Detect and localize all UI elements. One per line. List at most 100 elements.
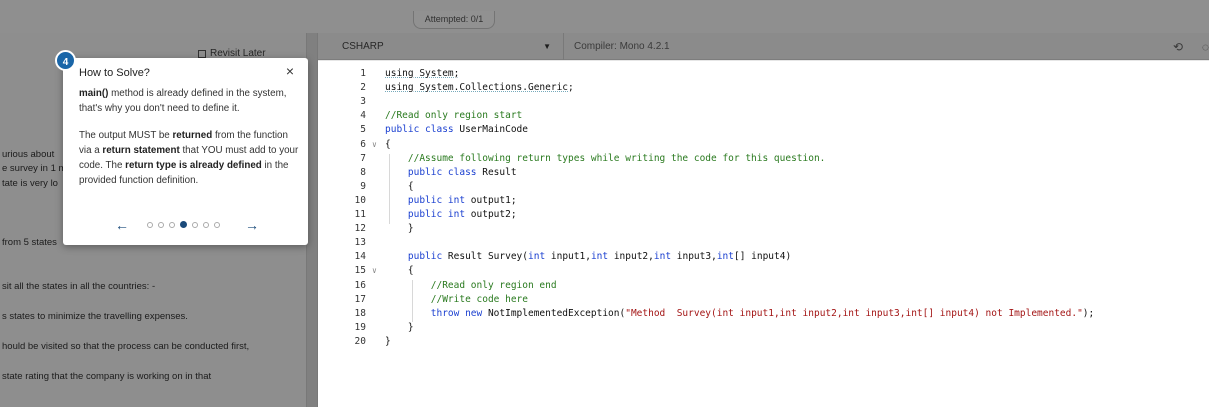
code-text: //Read only region start — [385, 109, 522, 123]
step-dots — [147, 221, 220, 228]
code-line[interactable]: 13 — [318, 236, 1209, 250]
code-text: using System.Collections.Generic; — [385, 81, 574, 95]
emphasis-text: return type is already defined — [125, 160, 262, 171]
checkbox-icon[interactable] — [198, 49, 206, 58]
code-line[interactable]: 20} — [318, 335, 1209, 349]
step-dot[interactable] — [158, 222, 164, 228]
how-to-solve-tooltip: How to Solve? × main() method is already… — [63, 58, 308, 245]
emphasis-text: return statement — [102, 145, 180, 156]
step-dot[interactable] — [147, 222, 153, 228]
line-number: 15 — [354, 265, 366, 277]
line-number: 14 — [354, 251, 366, 263]
body-text: The output MUST be — [79, 130, 173, 141]
line-number: 10 — [354, 194, 366, 206]
code-token: { — [385, 265, 414, 277]
question-text: tate is very lo — [2, 178, 58, 189]
editor-toolbar: CSHARP ▼ Compiler: Mono 4.2.1 ⟲ ◌ — [318, 33, 1209, 60]
attempted-counter: Attempted: 0/1 — [413, 11, 495, 29]
code-token: input3, — [676, 251, 717, 263]
code-token: ); — [1082, 307, 1095, 319]
code-token: Result — [482, 166, 517, 178]
arrow-left-icon[interactable]: ← — [115, 218, 129, 232]
code-editor[interactable]: 1 using System; 2 using System.Collections.… — [318, 60, 1209, 407]
language-select[interactable]: CSHARP ▼ — [324, 33, 564, 60]
question-text: hould be visited so that the process can… — [2, 341, 250, 352]
code-token: throw new — [385, 307, 488, 319]
tooltip-title: How to Solve? — [79, 67, 150, 79]
code-token: using System.Collections.Generic; — [385, 82, 574, 94]
code-token: //Read only region start — [385, 110, 523, 122]
emphasis-text: main() — [79, 88, 109, 99]
step-dot[interactable] — [192, 222, 198, 228]
compiler-label: Compiler: Mono 4.2.1 — [574, 41, 670, 52]
code-line[interactable]: 14 public Result Survey(int input1,int i… — [318, 250, 1209, 264]
question-text: from 5 states — [2, 237, 57, 248]
code-line[interactable]: 3 — [318, 95, 1209, 109]
code-token: int — [528, 251, 551, 263]
code-line[interactable]: 11 public int output2; — [318, 208, 1209, 222]
line-number: 16 — [354, 279, 366, 291]
code-token: { — [385, 138, 391, 150]
code-token: Result Survey( — [447, 251, 528, 263]
code-text: //Assume following return types while wr… — [385, 152, 826, 166]
code-line[interactable]: 19 } — [318, 321, 1209, 335]
code-line[interactable]: 9 { — [318, 180, 1209, 194]
arrow-right-icon[interactable]: → — [245, 218, 259, 232]
code-text: } — [385, 222, 414, 236]
step-dot[interactable] — [180, 221, 187, 228]
code-line[interactable]: 8 public class Result — [318, 166, 1209, 180]
settings-icon[interactable]: ◌ — [1202, 40, 1209, 54]
code-line[interactable]: 18 throw new NotImplementedException("Me… — [318, 307, 1209, 321]
code-token: //Assume following return types while wr… — [385, 152, 826, 164]
code-token: } — [385, 335, 391, 347]
line-number: 8 — [360, 166, 366, 178]
line-number: 3 — [360, 96, 366, 108]
code-token: public int — [385, 194, 471, 206]
code-token: output2; — [470, 209, 517, 220]
code-text: public Result Survey(int input1,int inpu… — [385, 250, 791, 264]
code-token: public class — [385, 166, 483, 178]
question-text: s states to minimize the travelling expe… — [2, 311, 188, 322]
code-token: using System; — [385, 68, 460, 79]
indent-guide — [389, 154, 390, 224]
step-dot[interactable] — [169, 222, 175, 228]
step-badge: 4 — [55, 50, 76, 71]
code-text: { — [385, 264, 414, 278]
code-token: public — [385, 251, 448, 263]
code-line[interactable]: 17 //Write code here — [318, 293, 1209, 307]
code-line[interactable]: 10 public int output1; — [318, 194, 1209, 208]
line-number: 2 — [360, 82, 366, 94]
code-text: public class UserMainCode — [385, 123, 528, 137]
code-line[interactable]: 7 //Assume following return types while … — [318, 152, 1209, 166]
step-dot[interactable] — [203, 222, 209, 228]
step-dot[interactable] — [214, 222, 220, 228]
reset-icon[interactable]: ⟲ — [1173, 40, 1183, 54]
code-token: public class — [385, 124, 460, 136]
close-icon[interactable]: × — [286, 63, 294, 79]
code-token: [] input4) — [733, 251, 792, 263]
question-text: state rating that the company is working… — [2, 371, 212, 382]
fold-chevron-icon[interactable]: ∨ — [372, 138, 377, 152]
code-token: } — [385, 321, 414, 333]
code-line[interactable]: 5 public class UserMainCode — [318, 123, 1209, 137]
code-token: int — [716, 251, 734, 263]
line-number: 1 — [360, 68, 366, 79]
code-line[interactable]: 15 ∨ { — [318, 264, 1209, 278]
code-token: UserMainCode — [459, 124, 528, 136]
code-line[interactable]: 16 //Read only region end — [318, 279, 1209, 293]
tooltip-body: main() method is already defined in the … — [79, 86, 299, 200]
code-token: int — [653, 251, 677, 263]
code-line[interactable]: 12 } — [318, 222, 1209, 236]
code-line[interactable]: 2 using System.Collections.Generic; — [318, 81, 1209, 95]
code-line[interactable]: 4 //Read only region start — [318, 109, 1209, 123]
line-number: 4 — [360, 110, 366, 122]
code-token: input2, — [613, 251, 654, 263]
body-text: method is already defined in the system,… — [79, 88, 287, 114]
code-token: output1; — [470, 194, 517, 206]
fold-chevron-icon[interactable]: ∨ — [372, 264, 377, 278]
code-line[interactable]: 6 ∨ { — [318, 138, 1209, 152]
question-text: sit all the states in all the countries:… — [2, 281, 156, 292]
caret-down-icon: ▼ — [543, 42, 551, 51]
line-number: 18 — [354, 307, 366, 319]
code-line[interactable]: 1 using System; — [318, 67, 1209, 81]
